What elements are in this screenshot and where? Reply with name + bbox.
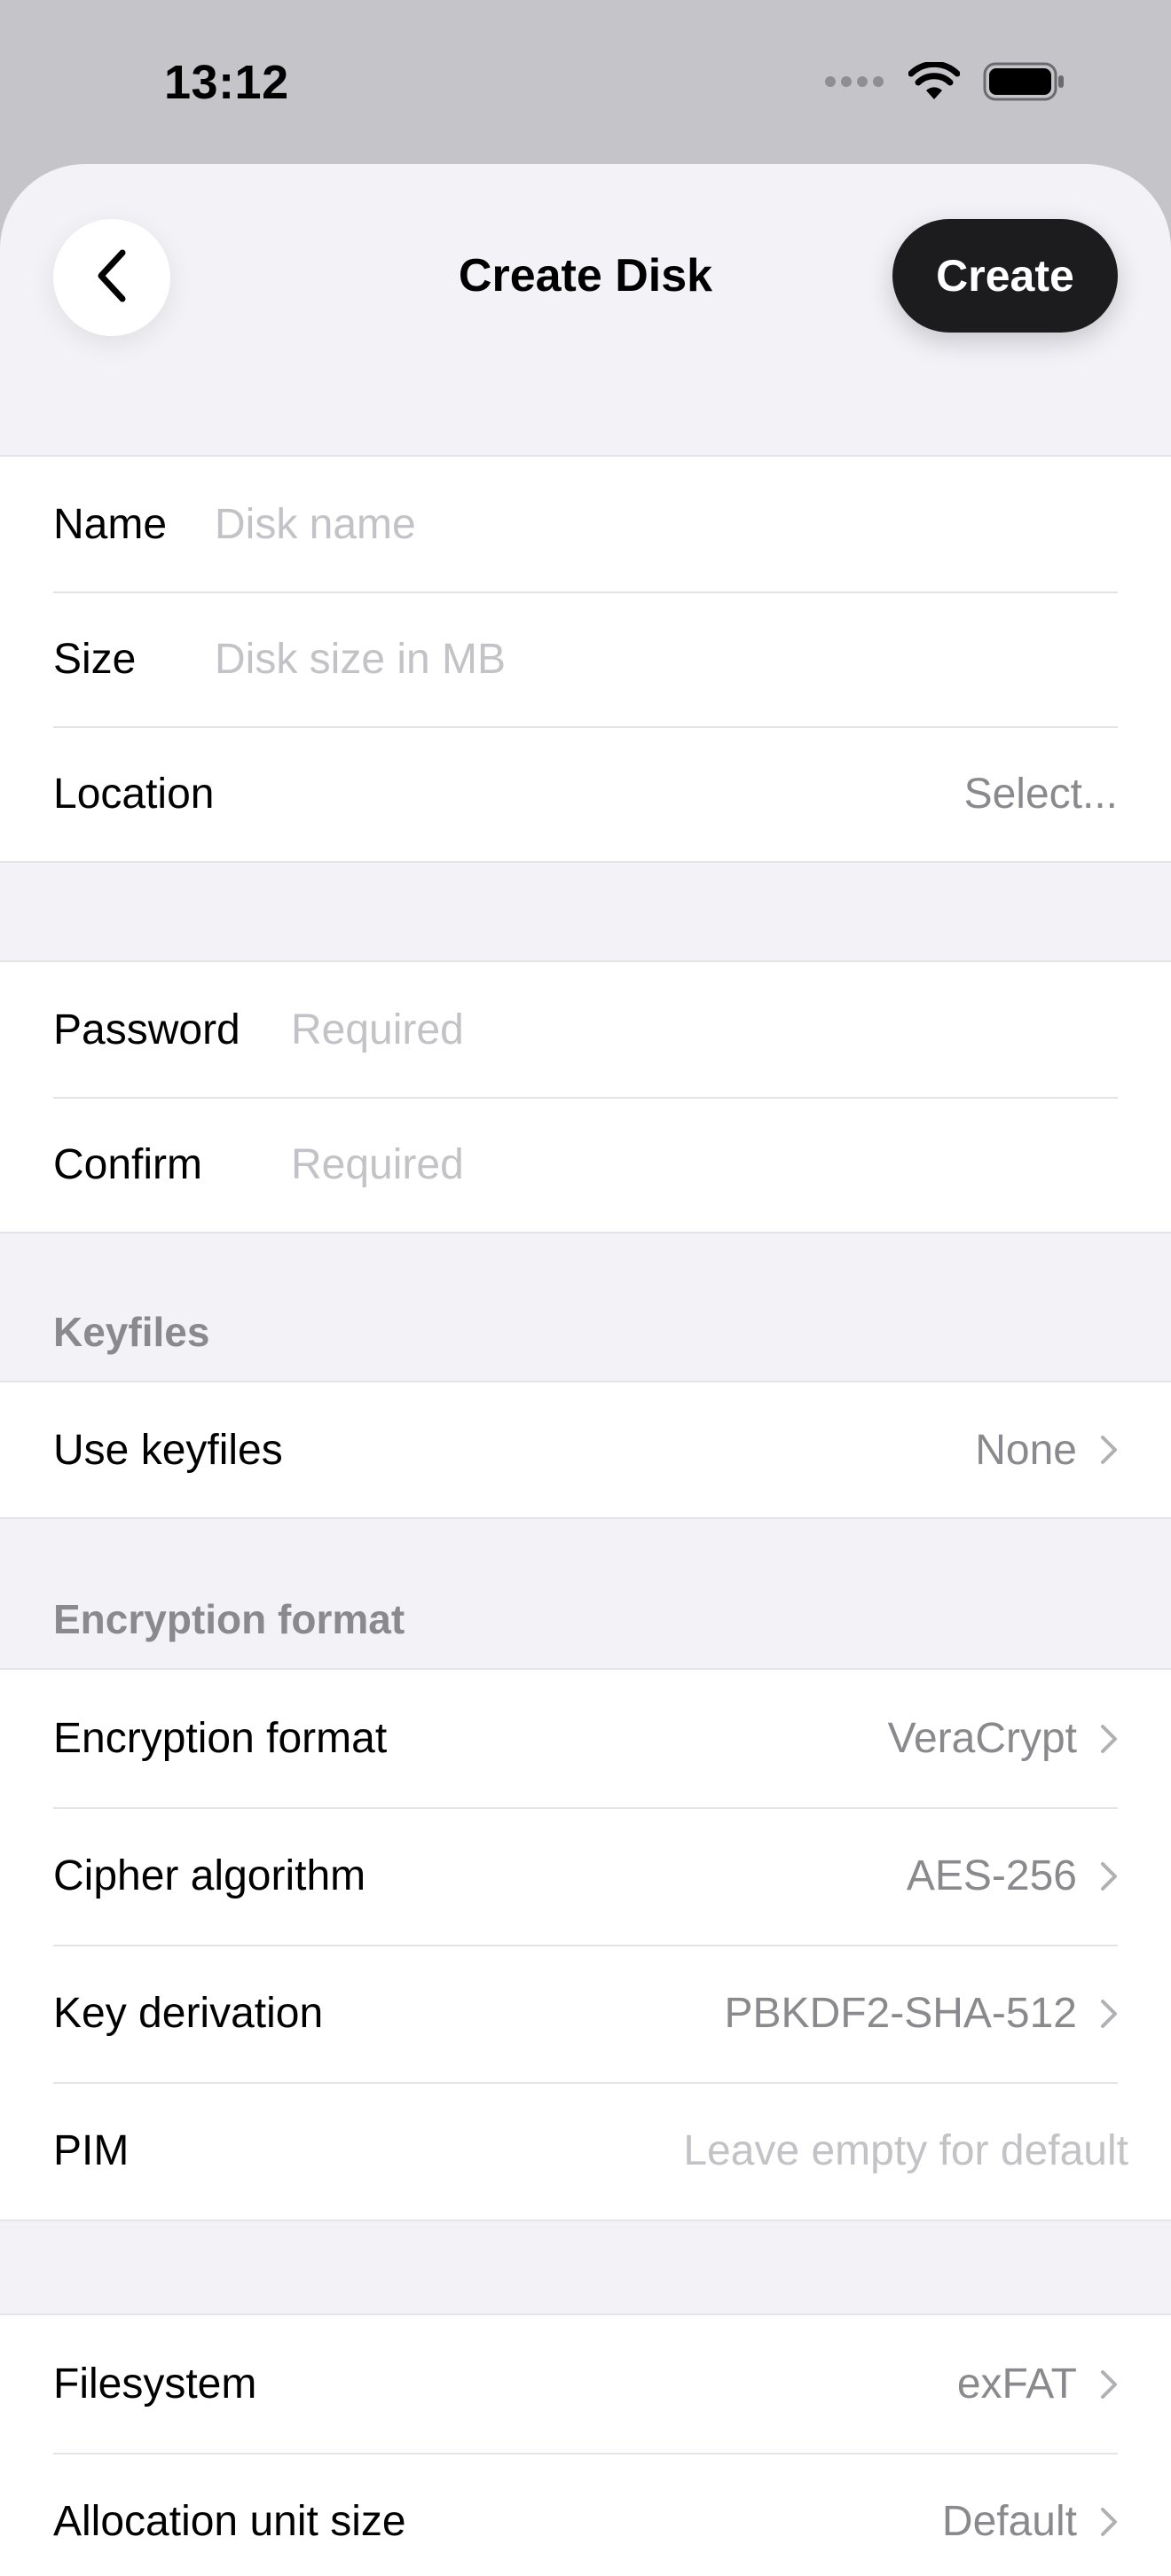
filesystem-value-text: exFAT [956, 2361, 1077, 2408]
navigation-bar: Create Disk Create [0, 164, 1171, 457]
encryption-group: Encryption format VeraCrypt Cipher algor… [0, 1668, 1171, 2221]
pim-input[interactable]: Leave empty for default [683, 2126, 1128, 2175]
allocation-unit-row[interactable]: Allocation unit size Default [0, 2453, 1171, 2576]
encryption-format-value: VeraCrypt [888, 1714, 1118, 1763]
encryption-format-row[interactable]: Encryption format VeraCrypt [0, 1670, 1171, 1807]
name-input[interactable]: Disk name [215, 500, 416, 549]
wifi-icon [908, 60, 961, 106]
cellular-icon [823, 74, 885, 93]
chevron-right-icon [1100, 1861, 1118, 1891]
password-input[interactable]: Required [291, 1006, 464, 1054]
password-label: Password [53, 1006, 240, 1053]
encryption-format-label: Encryption format [53, 1715, 388, 1762]
use-keyfiles-label: Use keyfiles [53, 1426, 283, 1474]
cipher-row[interactable]: Cipher algorithm AES-256 [0, 1807, 1171, 1945]
size-input[interactable]: Disk size in MB [215, 635, 506, 684]
location-row[interactable]: Location Select... [0, 726, 1171, 861]
encryption-header: Encryption format [53, 1596, 405, 1642]
use-keyfiles-value-text: None [975, 1426, 1077, 1474]
keyfiles-group: Use keyfiles None [0, 1381, 1171, 1519]
status-time: 13:12 [164, 56, 289, 109]
key-derivation-value: PBKDF2-SHA-512 [725, 1989, 1118, 2038]
size-row[interactable]: Size Disk size in MB [0, 591, 1171, 726]
use-keyfiles-row[interactable]: Use keyfiles None [0, 1382, 1171, 1517]
confirm-input[interactable]: Required [291, 1140, 464, 1189]
password-row[interactable]: Password Required [0, 962, 1171, 1097]
filesystem-value: exFAT [957, 2360, 1118, 2408]
chevron-right-icon [1100, 1435, 1118, 1465]
key-derivation-row[interactable]: Key derivation PBKDF2-SHA-512 [0, 1945, 1171, 2082]
encryption-format-value-text: VeraCrypt [887, 1715, 1077, 1762]
name-label: Name [53, 500, 168, 548]
chevron-right-icon [1100, 2369, 1118, 2400]
size-label: Size [53, 635, 137, 683]
basic-group: Name Disk name Size Disk size in MB Loca… [0, 455, 1171, 863]
battery-icon [983, 62, 1065, 106]
status-icons [823, 60, 1065, 106]
status-bar: 13:12 [0, 0, 1171, 168]
keyfiles-header: Keyfiles [53, 1309, 210, 1355]
filesystem-label: Filesystem [53, 2361, 257, 2408]
cipher-value-text: AES-256 [906, 1852, 1077, 1899]
password-group: Password Required Confirm Required [0, 960, 1171, 1233]
filesystem-row[interactable]: Filesystem exFAT [0, 2315, 1171, 2453]
confirm-row[interactable]: Confirm Required [0, 1097, 1171, 1232]
chevron-right-icon [1100, 1724, 1118, 1754]
confirm-label: Confirm [53, 1140, 203, 1188]
location-label: Location [53, 770, 215, 818]
location-value: Select... [963, 770, 1118, 818]
key-derivation-value-text: PBKDF2-SHA-512 [724, 1990, 1077, 2037]
create-button[interactable]: Create [892, 219, 1118, 333]
cipher-value: AES-256 [907, 1852, 1118, 1900]
cipher-label: Cipher algorithm [53, 1852, 366, 1899]
pim-label: PIM [53, 2127, 130, 2174]
pim-row[interactable]: PIM Leave empty for default [0, 2082, 1171, 2220]
chevron-right-icon [1100, 2507, 1118, 2537]
allocation-unit-value: Default [942, 2497, 1118, 2546]
create-disk-sheet: Create Disk Create Name Disk name Size D… [0, 164, 1171, 2576]
allocation-unit-value-text: Default [941, 2498, 1077, 2545]
key-derivation-label: Key derivation [53, 1990, 324, 2037]
chevron-right-icon [1100, 1999, 1118, 2029]
use-keyfiles-value: None [975, 1426, 1118, 1475]
name-row[interactable]: Name Disk name [0, 457, 1171, 591]
filesystem-group: Filesystem exFAT Allocation unit size De… [0, 2314, 1171, 2576]
allocation-unit-label: Allocation unit size [53, 2498, 406, 2545]
